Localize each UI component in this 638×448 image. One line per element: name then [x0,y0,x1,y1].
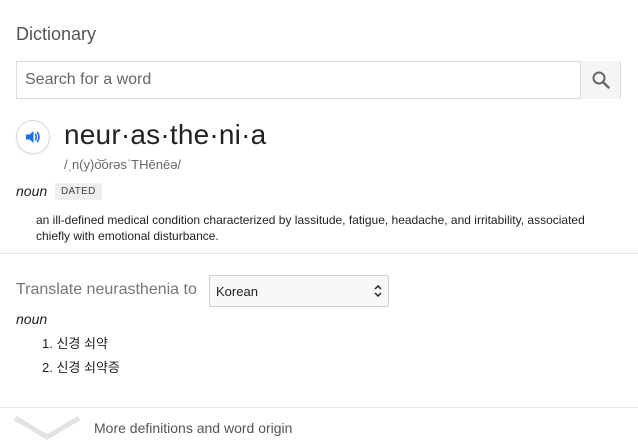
search-icon [592,71,610,89]
speaker-icon [26,131,40,143]
phonetic: /ˌn(y)o͝orəsˈTHēnēə/ [64,157,182,172]
part-of-speech: noun [16,183,48,199]
translation-item: 1. 신경 쇠약 [42,336,108,351]
translation-list: 1. 신경 쇠약 2. 신경 쇠약증 [42,335,120,383]
translation-item: 2. 신경 쇠약증 [42,360,120,375]
dictionary-card: Dictionary neur·as·the·ni·a /ˌn(y)o͝orəs… [0,0,638,448]
select-caret-icon [374,284,382,298]
search-box [16,60,621,99]
definition: an ill-defined medical condition charact… [36,213,585,243]
dictionary-title: Dictionary [16,24,97,44]
pronunciation-button[interactable] [16,120,50,154]
language-select[interactable]: Korean [209,275,389,307]
usage-badge: DATED [55,183,102,200]
search-button[interactable] [580,60,620,99]
divider [0,253,638,254]
more-definitions-label: More definitions and word origin [94,420,293,436]
search-input[interactable] [17,62,580,98]
translation-part-of-speech: noun [16,311,48,327]
translate-label: Translate neurasthenia to [16,281,197,298]
more-definitions-button[interactable]: More definitions and word origin [0,408,638,448]
headword: neur·as·the·ni·a [64,119,267,150]
chevron-down-icon [14,415,80,440]
language-select-value: Korean [216,283,258,299]
